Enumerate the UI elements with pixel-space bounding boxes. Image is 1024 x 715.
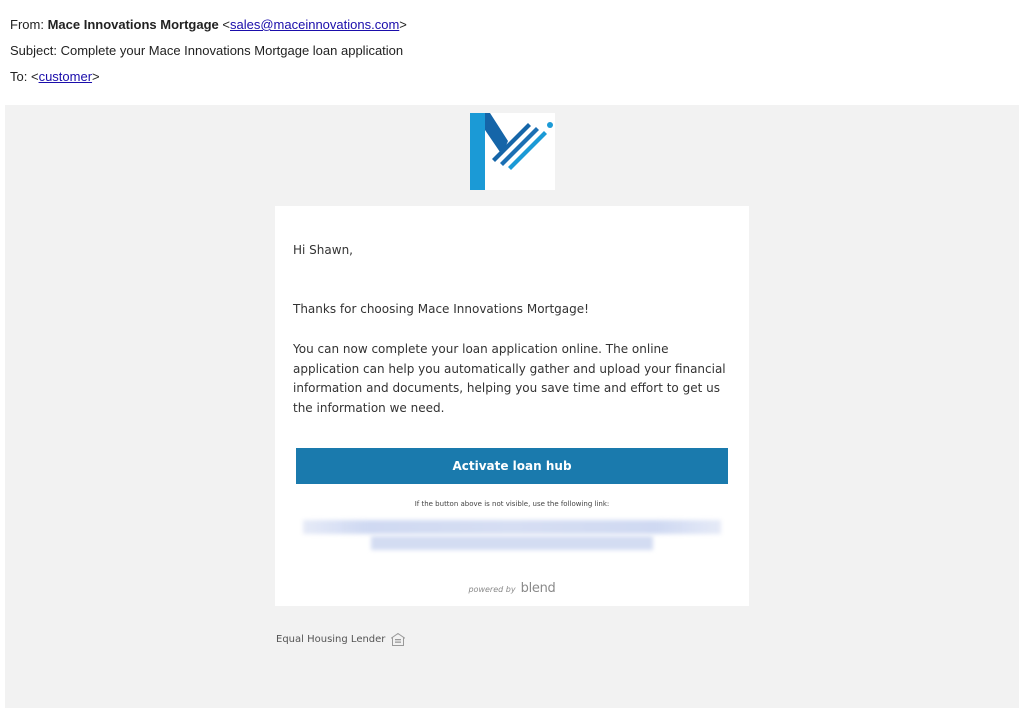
- from-gt: >: [399, 17, 407, 32]
- instructions-paragraph: You can now complete your loan applicati…: [293, 342, 726, 415]
- subject-label: Subject:: [10, 43, 57, 58]
- from-row: From: Mace Innovations Mortgage <sales@m…: [10, 12, 407, 38]
- equal-housing-label: Equal Housing Lender: [276, 634, 386, 645]
- email-header: From: Mace Innovations Mortgage <sales@m…: [10, 12, 407, 90]
- fallback-link-blurred[interactable]: [303, 518, 721, 554]
- subject-row: Subject: Complete your Mace Innovations …: [10, 38, 407, 64]
- email-body: Hi Shawn, Thanks for choosing Mace Innov…: [5, 105, 1019, 708]
- greeting: Hi Shawn,: [293, 243, 353, 257]
- email-card: Hi Shawn, Thanks for choosing Mace Innov…: [275, 206, 749, 606]
- to-label: To:: [10, 69, 28, 84]
- powered-by-label: powered by: [468, 585, 516, 594]
- mace-innovations-m-logo-icon: [470, 113, 553, 190]
- to-address-link[interactable]: customer: [39, 69, 92, 84]
- powered-by-blend: powered by blend: [275, 577, 749, 596]
- to-lt: <: [30, 69, 39, 84]
- from-lt: <: [222, 17, 230, 32]
- from-name: Mace Innovations Mortgage: [47, 17, 219, 32]
- blend-brand: blend: [520, 581, 556, 596]
- thanks-text: Thanks for choosing Mace Innovations Mor…: [293, 302, 589, 316]
- to-row: To: <customer>: [10, 64, 407, 90]
- equal-housing-icon: [391, 633, 406, 646]
- activate-loan-hub-button[interactable]: Activate loan hub: [296, 448, 728, 484]
- company-logo: [470, 113, 555, 190]
- from-address-link[interactable]: sales@maceinnovations.com: [230, 17, 399, 32]
- equal-housing-lender: Equal Housing Lender: [276, 633, 406, 646]
- subject-text: Complete your Mace Innovations Mortgage …: [60, 43, 404, 58]
- fallback-note: If the button above is not visible, use …: [414, 500, 610, 508]
- to-gt: >: [92, 69, 100, 84]
- from-label: From:: [10, 17, 44, 32]
